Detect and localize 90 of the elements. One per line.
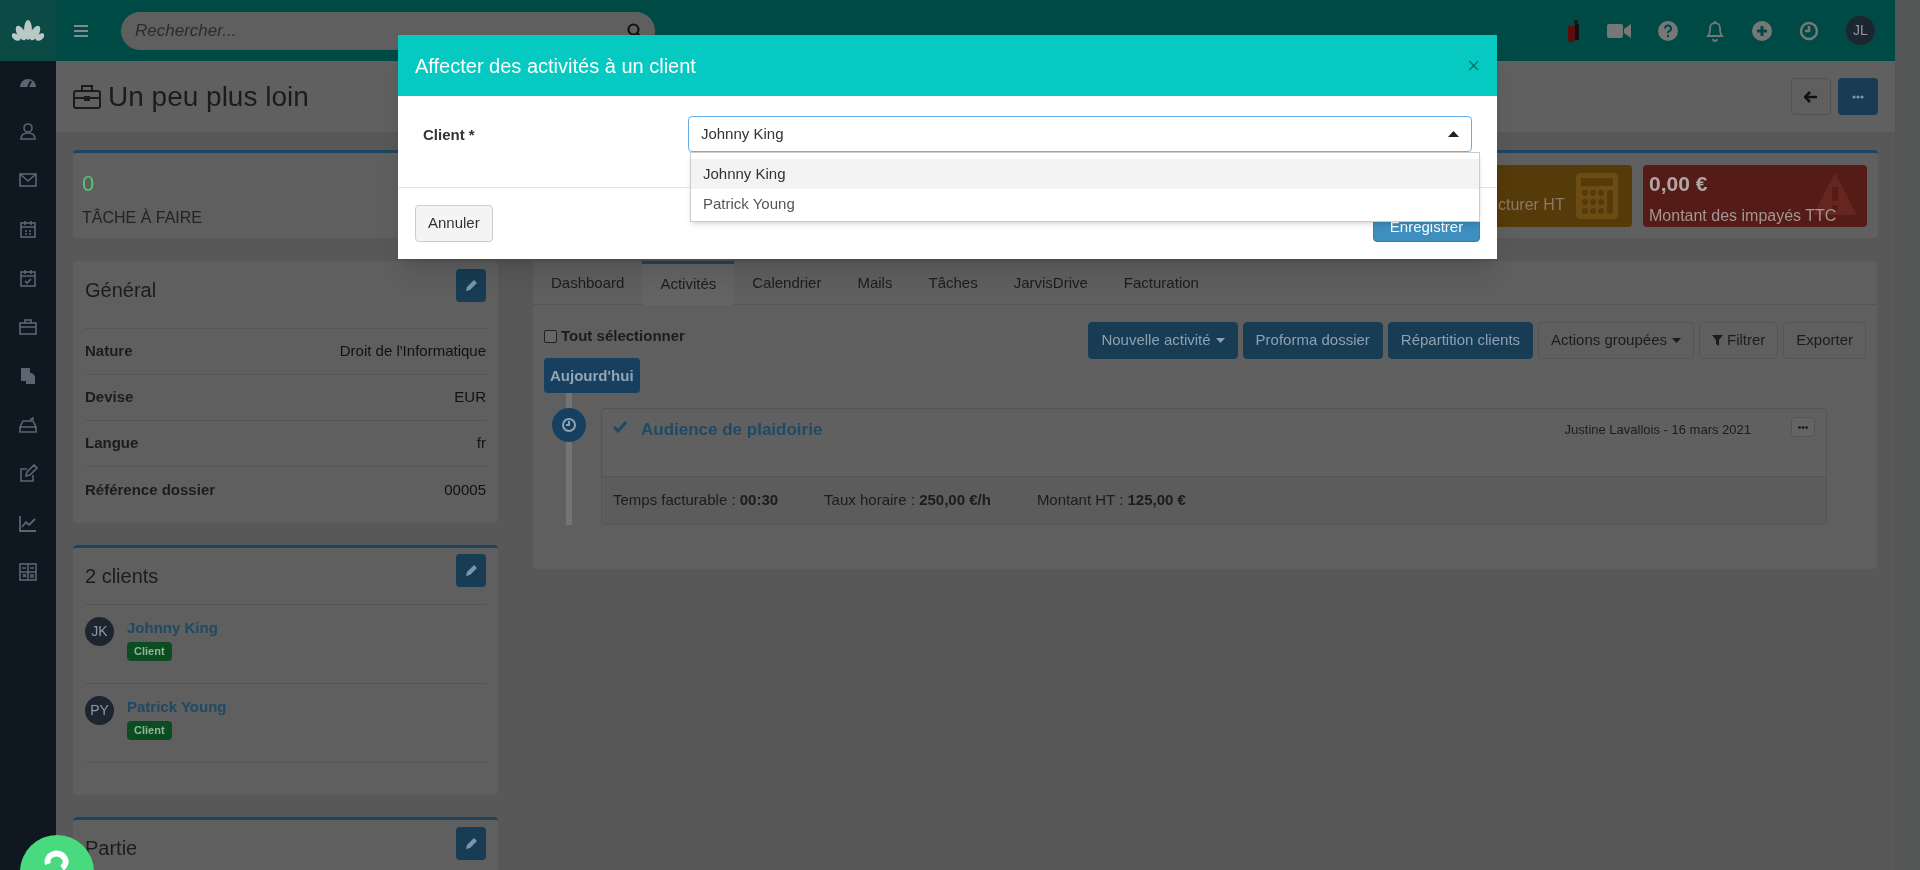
card-title: Partie [85,836,138,861]
client-avatar: PY [85,696,114,725]
back-button[interactable] [1791,78,1831,115]
lotus-logo-icon[interactable] [12,19,44,42]
user-avatar[interactable]: JL [1846,16,1875,45]
card-title: 2 clients [85,564,159,589]
client-link[interactable]: Johnny King [127,617,218,640]
action-button[interactable]: Exporter [1783,322,1866,359]
pencil-icon [464,279,478,292]
field-label: Référence dossier [85,479,216,500]
field-value: 00005 [444,479,486,500]
calendar-icon[interactable] [18,219,38,239]
stat-value: 0,00 € [1649,171,1708,197]
action-button[interactable]: Actions groupées [1538,322,1694,359]
calendar-check-icon[interactable] [18,268,38,288]
stat-label: cturer HT [1498,195,1565,215]
more-icon [1798,425,1808,429]
line-chart-icon[interactable] [18,513,38,533]
activity-title[interactable]: Audience de plaidoirie [641,417,823,443]
edit-button[interactable] [456,554,486,587]
checkbox-checked-icon[interactable] [613,420,627,434]
page-title: Un peu plus loin [108,79,309,114]
briefcase-icon [73,83,101,110]
briefcase-icon[interactable] [18,317,38,337]
activity-detail: Temps facturable : 00:30 [613,490,779,511]
tab[interactable]: JarvisDrive [995,261,1106,305]
filter-icon [1711,335,1723,346]
field-label: Langue [85,433,139,454]
arrow-left-icon [1804,90,1818,103]
action-button[interactable]: Répartition clients [1387,322,1534,359]
pencil-icon [464,564,478,577]
tab[interactable]: Facturation [1105,261,1217,305]
activity-detail: Montant HT : 125,00 € [1036,490,1186,511]
card-title: Général [85,278,157,303]
date-badge: Aujourd'hui [544,358,640,393]
client-tag: Client [127,720,172,740]
edit-button[interactable] [456,827,486,860]
select-all-checkbox[interactable]: Tout sélectionner [544,325,685,348]
caret-down-icon [1671,338,1681,343]
field-label: Devise [85,387,134,408]
video-camera-icon[interactable] [1607,22,1631,39]
tab[interactable]: Calendrier [734,261,840,305]
tray-icon[interactable] [18,415,38,435]
activity-detail: Taux horaire : 250,00 €/h [824,490,991,511]
mail-icon[interactable] [18,170,38,190]
user-icon[interactable] [18,121,38,141]
stat-label: TÂCHE À FAIRE [82,207,203,228]
clock-icon [562,418,576,432]
client-select[interactable]: Johnny King [687,116,1472,152]
field-value: fr [476,433,486,454]
documents-icon[interactable] [18,366,38,386]
tab[interactable]: Dashboard [533,261,643,305]
dropdown-option[interactable]: Johnny King [691,159,1479,189]
checkbox-label: Tout sélectionner [561,326,685,346]
action-button[interactable]: Filtrer [1698,322,1779,359]
more-button[interactable] [1791,417,1815,437]
field-label: Nature [85,341,133,362]
menu-icon[interactable] [74,24,88,37]
bell-icon[interactable] [1705,19,1725,42]
more-button[interactable] [1838,78,1878,115]
figure-icon[interactable] [1568,19,1580,42]
action-button[interactable]: Nouvelle activité [1088,322,1238,359]
edit-icon[interactable] [18,464,38,484]
action-button[interactable]: Proforma dossier [1242,322,1383,359]
calculator-icon[interactable] [18,562,38,582]
checkbox[interactable] [544,329,557,343]
clock-icon[interactable] [1799,20,1819,41]
tab[interactable]: Tâches [910,261,996,305]
client-tag: Client [127,641,172,661]
pencil-icon [464,837,478,850]
tab[interactable]: Activités [642,261,735,305]
add-icon[interactable] [1752,20,1772,41]
edit-button[interactable] [456,269,486,302]
cancel-button[interactable]: Annuler [415,205,493,242]
field-value: Droit de l'Informatique [339,341,486,362]
client-link[interactable]: Patrick Young [127,696,227,719]
modal-title: Affecter des activités à un client [415,53,696,79]
client-avatar: JK [85,617,114,646]
stat-value: 0 [82,170,95,198]
dropdown-option[interactable]: Patrick Young [691,189,1479,219]
stat-label: Montant des impayés TTC [1649,205,1837,226]
scrollbar-track[interactable] [1895,0,1920,870]
field-label: Client * [423,125,476,145]
close-button[interactable]: × [1467,54,1480,77]
activity-meta: Justine Lavallois - 16 mars 2021 [1564,421,1751,439]
more-icon [1852,94,1864,99]
help-icon[interactable] [1658,20,1678,41]
tab[interactable]: Mails [839,261,911,305]
field-value: EUR [454,387,486,408]
caret-down-icon [1215,338,1225,343]
